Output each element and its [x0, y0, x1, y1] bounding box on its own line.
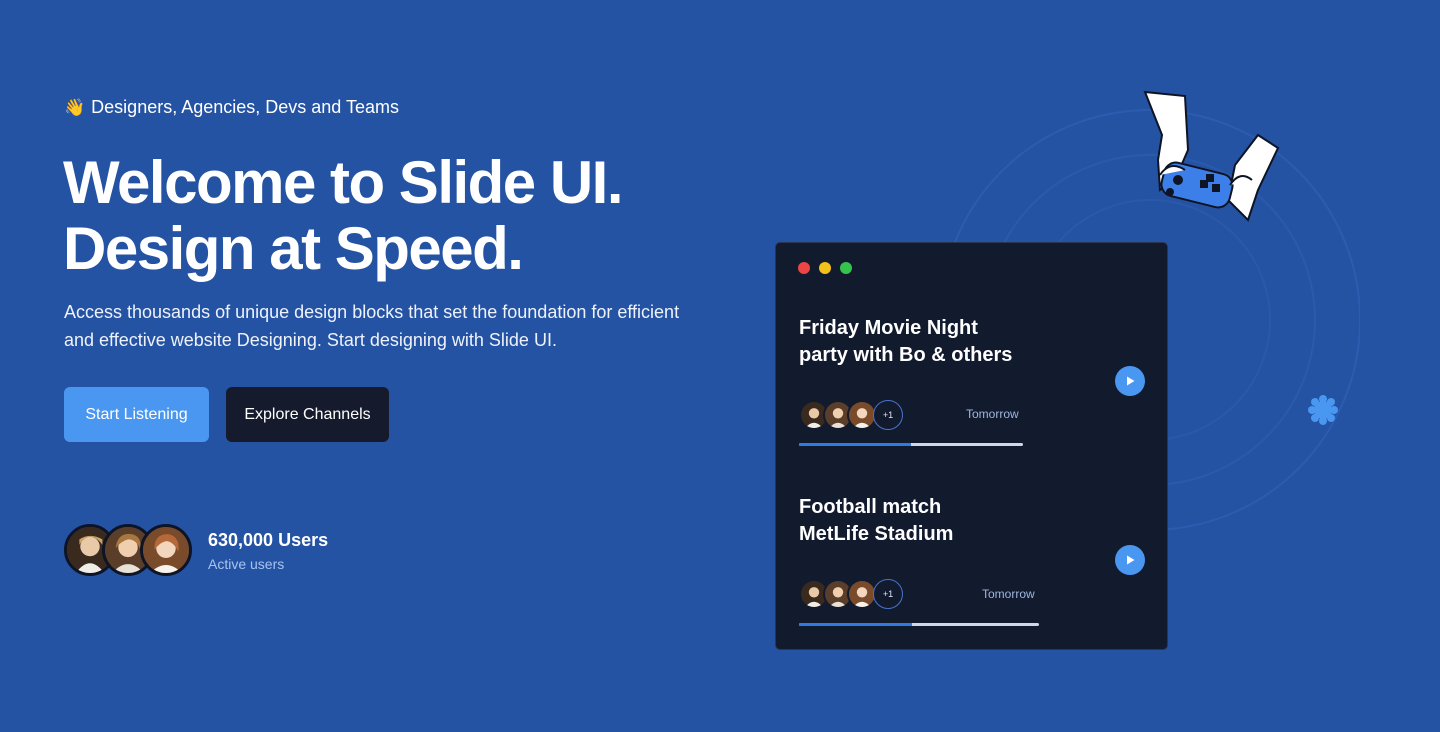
play-button[interactable] [1115, 545, 1145, 575]
attendee-avatars: +1 [799, 579, 909, 609]
event-time: Tomorrow [982, 587, 1035, 601]
eyebrow-label: Designers, Agencies, Devs and Teams [91, 97, 399, 117]
window-minimize-dot[interactable] [819, 262, 831, 274]
headline-line-2: Design at Speed. [63, 215, 524, 282]
event-progress-fill [799, 443, 911, 446]
eyebrow-text: 👋 Designers, Agencies, Devs and Teams [64, 97, 399, 118]
extra-attendees-badge: +1 [873, 579, 903, 609]
window-close-dot[interactable] [798, 262, 810, 274]
users-label: Active users [208, 556, 285, 572]
hero-section: 👋 Designers, Agencies, Devs and Teams We… [0, 0, 1440, 732]
event-progress-bar [799, 443, 1023, 446]
event-title-line-1: Football match [799, 496, 942, 518]
page-title: Welcome to Slide UI. Design at Speed. [63, 149, 624, 282]
event-progress-bar [799, 623, 1039, 626]
extra-attendees-badge: +1 [873, 400, 903, 430]
flower-shape-icon [1308, 395, 1338, 425]
window-maximize-dot[interactable] [840, 262, 852, 274]
play-icon [1127, 376, 1135, 386]
hero-subtitle: Access thousands of unique design blocks… [64, 302, 680, 350]
attendee-avatars: +1 [799, 400, 909, 430]
event-progress-fill [799, 623, 912, 626]
game-controller-illustration [1143, 90, 1280, 222]
play-button[interactable] [1115, 366, 1145, 396]
users-count: 630,000 Users [208, 530, 329, 550]
explore-channels-button[interactable]: Explore Channels [226, 387, 389, 442]
headline-line-1: Welcome to Slide UI. [63, 149, 624, 216]
events-card: Friday Movie Night party with Bo & other… [775, 242, 1168, 650]
start-listening-button[interactable]: Start Listening [64, 387, 209, 442]
avatar [140, 524, 192, 576]
event-title: Friday Movie Night party with Bo & other… [799, 315, 1012, 369]
event-title-line-2: MetLife Stadium [799, 523, 954, 545]
user-avatar-stack [64, 524, 194, 576]
event-time: Tomorrow [966, 407, 1019, 421]
play-icon [1127, 555, 1135, 565]
event-title: Football match MetLife Stadium [799, 494, 953, 548]
waving-hand-icon: 👋 [64, 97, 86, 117]
event-title-line-1: Friday Movie Night [799, 317, 978, 339]
event-title-line-2: party with Bo & others [799, 344, 1013, 366]
